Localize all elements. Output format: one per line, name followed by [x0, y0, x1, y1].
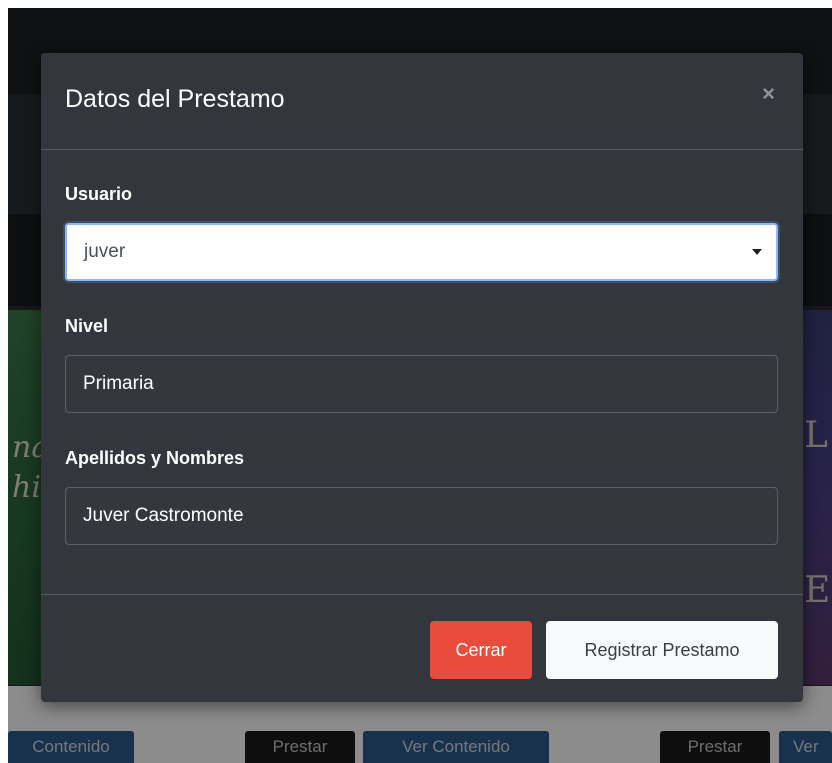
usuario-select-value: juver [84, 241, 126, 262]
nivel-value: Primaria [83, 373, 154, 394]
modal-header: Datos del Prestamo × [41, 53, 803, 150]
nombres-label: Apellidos y Nombres [65, 448, 245, 468]
modal-footer: Cerrar Registrar Prestamo [41, 594, 803, 702]
page-margin [0, 0, 832, 8]
registrar-prestamo-button[interactable]: Registrar Prestamo [546, 621, 778, 679]
nivel-label: Nivel [65, 316, 109, 336]
chevron-down-icon [752, 249, 762, 255]
page-root: na hi L E Contenido Prestar Ver Contenid… [0, 0, 832, 763]
nivel-field[interactable]: Primaria [65, 355, 778, 413]
usuario-select[interactable]: juver [65, 223, 778, 281]
page-margin [0, 0, 8, 763]
nombres-value: Juver Castromonte [83, 505, 244, 526]
nombres-field[interactable]: Juver Castromonte [65, 487, 778, 545]
usuario-label: Usuario [65, 184, 133, 204]
loan-modal: Datos del Prestamo × Usuario juver Nivel… [41, 53, 803, 702]
cerrar-button[interactable]: Cerrar [430, 621, 532, 679]
modal-title: Datos del Prestamo [65, 85, 285, 113]
close-icon[interactable]: × [762, 83, 775, 105]
